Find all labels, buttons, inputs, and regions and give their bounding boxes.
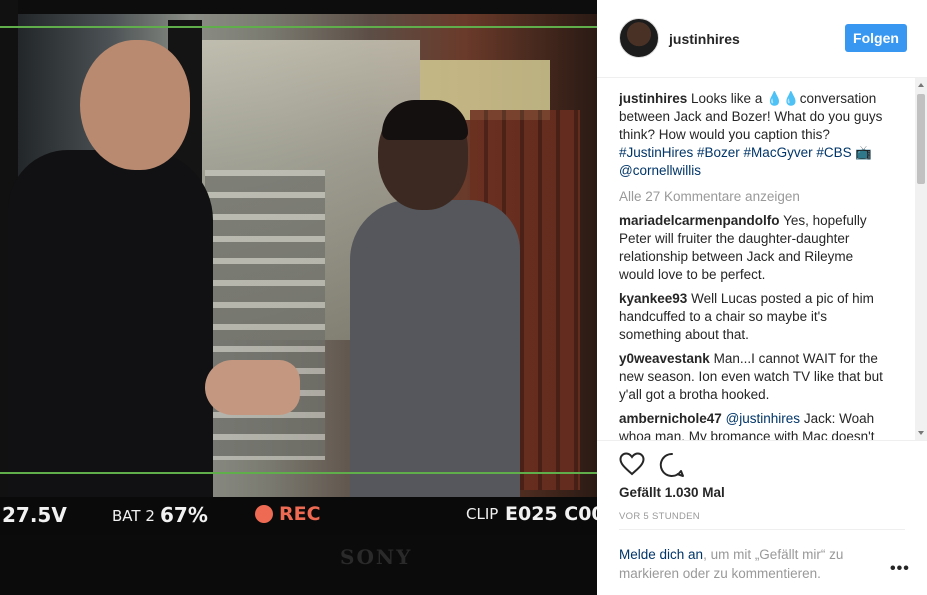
caption-hashtags[interactable]: #JustinHires #Bozer #MacGyver #CBS 📺 [619, 145, 872, 160]
background-stairs [205, 170, 325, 460]
hud-battery-label: BAT 2 [112, 507, 155, 525]
photo-scene [0, 0, 597, 500]
actor-right-body [350, 200, 520, 500]
caption-username[interactable]: justinhires [619, 91, 687, 106]
avatar[interactable] [619, 18, 659, 58]
likes-count[interactable]: Gefällt 1.030 Mal [619, 485, 725, 500]
frame-guide-bottom [0, 472, 597, 474]
actor-left-head [80, 40, 190, 170]
comment-item: ambernichole47 @justinhires Jack: Woah w… [619, 410, 891, 440]
comment-username[interactable]: y0weavestank [619, 351, 710, 366]
login-prompt: Melde dich an, um mit „Gefällt mir“ zu m… [619, 545, 879, 583]
actor-left-hand [205, 360, 300, 415]
more-options-icon[interactable]: ••• [890, 560, 910, 578]
header-username[interactable]: justinhires [669, 31, 740, 47]
comment-mention[interactable]: @justinhires [726, 411, 800, 426]
view-all-comments-link[interactable]: Alle 27 Kommentare anzeigen [619, 188, 891, 206]
scroll-up-icon[interactable] [918, 83, 924, 87]
scroll-down-icon[interactable] [918, 431, 924, 435]
login-divider [619, 529, 905, 530]
scroll-thumb[interactable] [917, 94, 925, 184]
comment-icon[interactable] [659, 452, 685, 478]
comment-username[interactable]: ambernichole47 [619, 411, 722, 426]
post-timestamp[interactable]: VOR 5 STUNDEN [619, 511, 700, 522]
actions-divider [597, 440, 927, 441]
heart-icon[interactable] [619, 452, 645, 476]
post-header: justinhires Folgen [597, 0, 927, 78]
comment-item: y0weavestank Man...I cannot WAIT for the… [619, 350, 891, 404]
comment-username[interactable]: kyankee93 [619, 291, 687, 306]
rec-dot-icon [255, 505, 273, 523]
comment-item: mariadelcarmenpandolfo Yes, hopefully Pe… [619, 212, 891, 284]
comments-scrollbar[interactable] [915, 78, 927, 440]
follow-button[interactable]: Folgen [845, 24, 907, 52]
monitor-frame-top [0, 0, 597, 14]
caption-mention[interactable]: @cornellwillis [619, 163, 701, 178]
camera-hud: 27.5V BAT 2 67% REC CLIP E025 C007 [0, 497, 597, 535]
hud-clip-value: E025 C007 [505, 503, 597, 525]
comment-item: kyankee93 Well Lucas posted a pic of him… [619, 290, 891, 344]
post-photo[interactable]: 27.5V BAT 2 67% REC CLIP E025 C007 SONY [0, 0, 597, 595]
comment-username[interactable]: mariadelcarmenpandolfo [619, 213, 780, 228]
hud-battery-value: 67% [160, 503, 208, 527]
actor-left-body [8, 150, 213, 500]
frame-guide-top [0, 26, 597, 28]
hud-voltage: 27.5V [2, 503, 67, 527]
post-side-panel: justinhires Folgen justinhires Looks lik… [597, 0, 927, 595]
post-caption: justinhires Looks like a 💧💧conversation … [619, 90, 891, 180]
hud-clip-label: CLIP [466, 505, 499, 523]
actor-right-hair [382, 100, 468, 140]
comments-list[interactable]: justinhires Looks like a 💧💧conversation … [619, 90, 891, 440]
hud-rec-label: REC [279, 503, 321, 525]
login-link[interactable]: Melde dich an [619, 547, 703, 562]
monitor-brand: SONY [340, 545, 413, 569]
